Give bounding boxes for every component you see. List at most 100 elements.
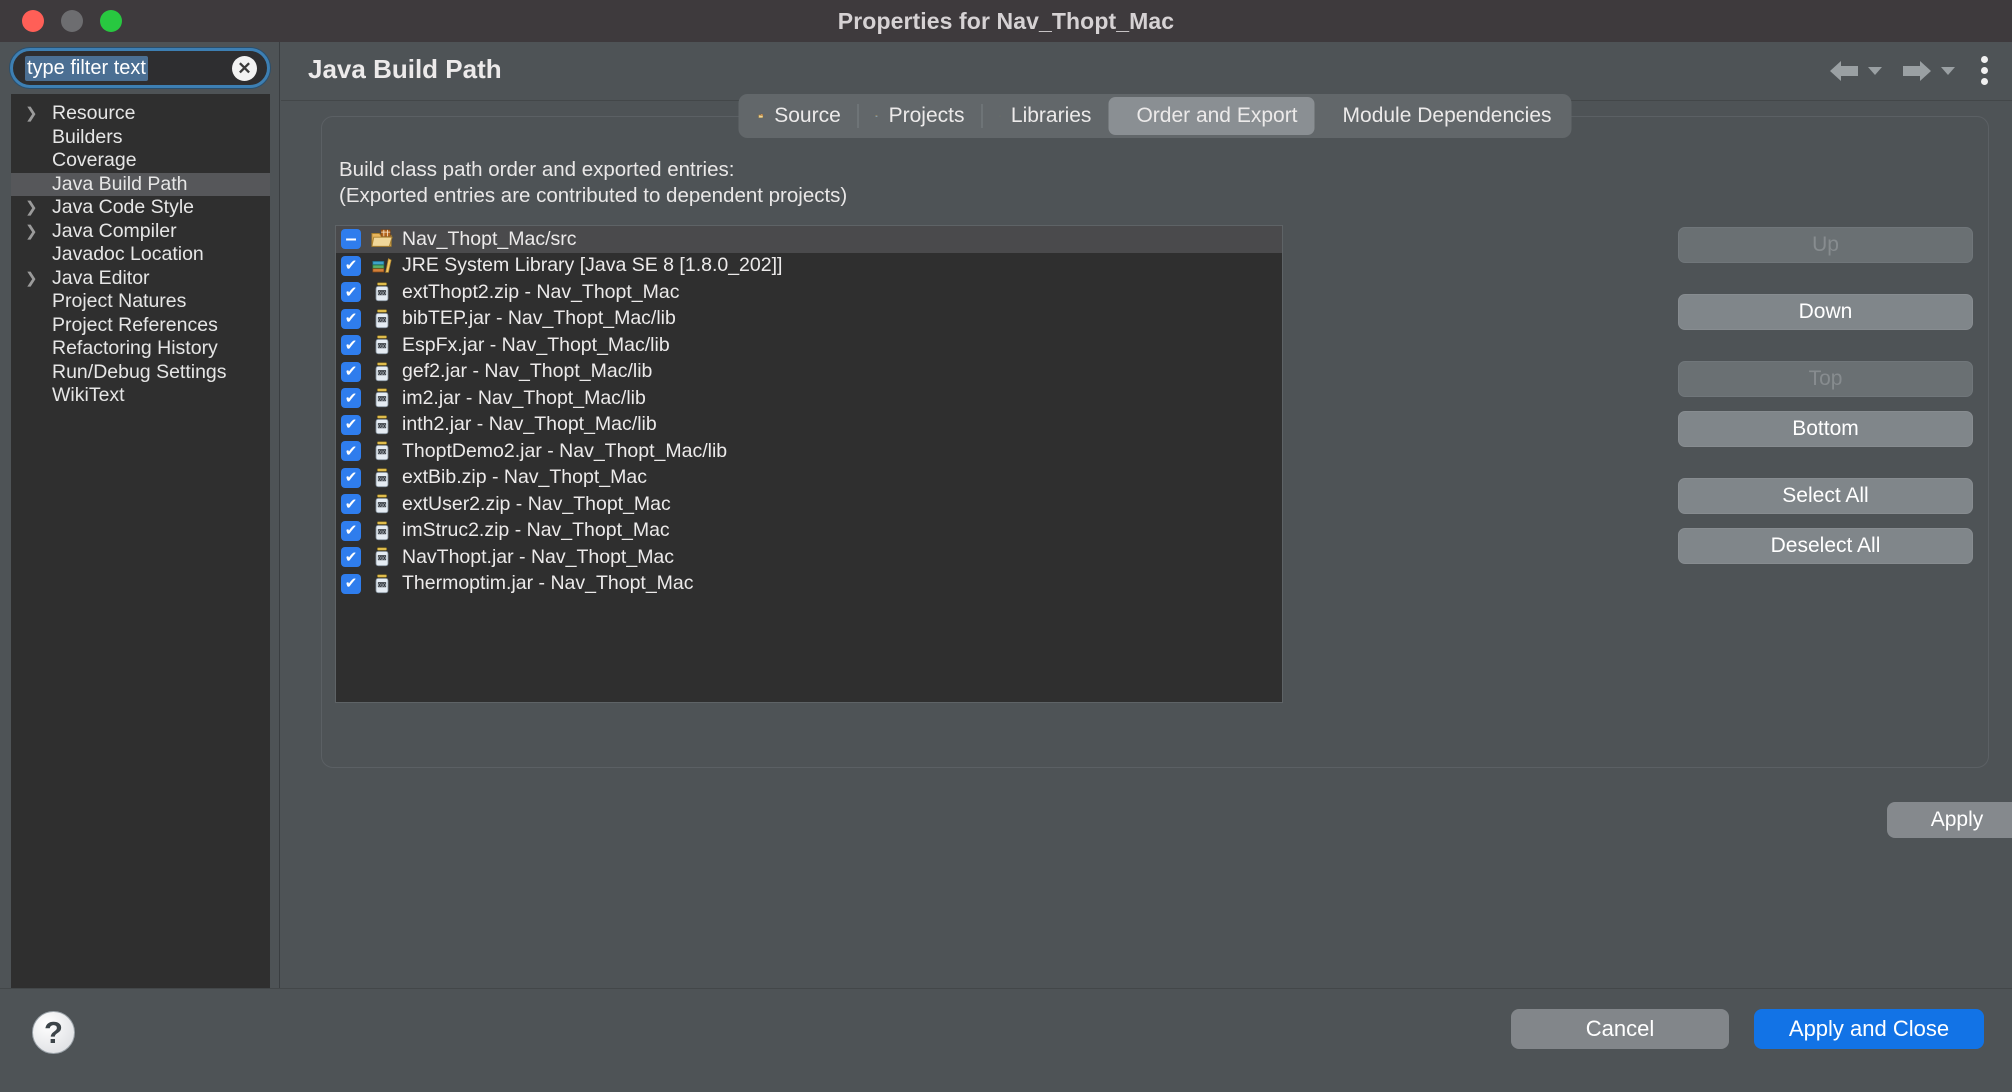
button-gap [1678, 330, 1973, 361]
classpath-entry-row[interactable]: ✔ 010 inth2.jar - Nav_Thopt_Mac/lib [336, 412, 1282, 439]
bottom-button[interactable]: Bottom [1678, 411, 1973, 447]
sidebar-item-refactoring-history[interactable]: Refactoring History [11, 337, 270, 361]
forward-arrow-icon [1903, 60, 1931, 81]
tab-label: Libraries [1010, 104, 1092, 127]
filter-input-wrapper[interactable]: type filter text ✕ [10, 48, 270, 88]
classpath-entry-row[interactable]: ✔ 010 gef2.jar - Nav_Thopt_Mac/lib [336, 359, 1282, 386]
chevron-right-icon[interactable]: ❯ [25, 200, 39, 215]
sidebar-item-project-natures[interactable]: Project Natures [11, 290, 270, 314]
forward-dropdown-caret-icon[interactable] [1941, 66, 1955, 75]
zoom-window-button[interactable] [100, 10, 122, 32]
classpath-entry-row[interactable]: ✔ 010 bibTEP.jar - Nav_Thopt_Mac/lib [336, 306, 1282, 333]
cancel-button[interactable]: Cancel [1511, 1009, 1729, 1049]
tab-projects[interactable]: Projects [859, 97, 982, 135]
build-path-tabbar: Source Projects Libraries Order and Export M… [738, 94, 1572, 138]
button-gap [1678, 263, 1973, 294]
sidebar-item-run-debug-settings[interactable]: Run/Debug Settings [11, 361, 270, 385]
chevron-right-icon[interactable]: ❯ [25, 271, 39, 286]
checkbox-partial[interactable]: – [341, 229, 361, 250]
classpath-entry-row[interactable]: ✔ 010 ThoptDemo2.jar - Nav_Thopt_Mac/lib [336, 438, 1282, 465]
forward-button[interactable] [1894, 54, 1961, 88]
checkbox-checked[interactable]: ✔ [341, 282, 361, 303]
close-window-button[interactable] [22, 10, 44, 32]
dialog-footer: ? Cancel Apply and Close [0, 988, 2012, 1092]
checkbox-checked[interactable]: ✔ [341, 361, 361, 382]
jar-icon: 010 [375, 282, 389, 302]
classpath-entry-row[interactable]: ✔ JRE System Library [Java SE 8 [1.8.0_20… [336, 253, 1282, 280]
description-line-1: Build class path order and exported entr… [339, 158, 735, 181]
sidebar-item-label: Java Build Path [52, 172, 188, 195]
libraries-books-icon [999, 115, 1000, 117]
apply-button[interactable]: Apply [1887, 802, 2012, 838]
clear-filter-icon[interactable]: ✕ [232, 55, 257, 81]
chevron-right-icon[interactable]: ❯ [25, 224, 39, 239]
tab-order-and-export[interactable]: Order and Export [1108, 97, 1315, 135]
deselect-all-button[interactable]: Deselect All [1678, 528, 1973, 564]
sidebar-item-label: Java Code Style [52, 196, 194, 219]
classpath-entry-row[interactable]: ✔ 010 extUser2.zip - Nav_Thopt_Mac [336, 491, 1282, 518]
sidebar-item-resource[interactable]: ❯ Resource [11, 102, 270, 126]
down-button[interactable]: Down [1678, 294, 1973, 330]
sidebar-item-java-code-style[interactable]: ❯ Java Code Style [11, 196, 270, 220]
svg-text:010: 010 [378, 529, 386, 534]
apply-and-close-button[interactable]: Apply and Close [1754, 1009, 1984, 1049]
filter-input[interactable]: type filter text [25, 55, 148, 81]
checkbox-checked[interactable]: ✔ [341, 414, 361, 435]
entry-label: gef2.jar - Nav_Thopt_Mac/lib [402, 360, 653, 383]
entry-label: ThoptDemo2.jar - Nav_Thopt_Mac/lib [402, 439, 728, 462]
tab-module-dependencies[interactable]: MModule Dependencies [1315, 97, 1569, 135]
classpath-entry-list[interactable]: – Nav_Thopt_Mac/src ✔ JRE System Library [J… [335, 225, 1283, 703]
checkbox-checked[interactable]: ✔ [341, 520, 361, 541]
checkbox-checked[interactable]: ✔ [341, 494, 361, 515]
checkbox-checked[interactable]: ✔ [341, 547, 361, 568]
sidebar-item-coverage[interactable]: Coverage [11, 149, 270, 173]
sidebar-item-label: Run/Debug Settings [52, 360, 227, 383]
sidebar-item-wikitext[interactable]: WikiText [11, 384, 270, 408]
tab-source[interactable]: Source [742, 97, 858, 135]
checkbox-checked[interactable]: ✔ [341, 335, 361, 356]
minimize-window-button[interactable] [61, 10, 83, 32]
classpath-entry-row[interactable]: ✔ 010 extBib.zip - Nav_Thopt_Mac [336, 465, 1282, 492]
settings-tree: ❯ Resource Builders Coverage Java Build Path… [11, 94, 270, 988]
classpath-entry-row[interactable]: – Nav_Thopt_Mac/src [336, 226, 1282, 253]
button-gap [1678, 514, 1973, 528]
checkbox-checked[interactable]: ✔ [341, 441, 361, 462]
checkbox-checked[interactable]: ✔ [341, 308, 361, 329]
tab-libraries[interactable]: Libraries [982, 97, 1108, 135]
classpath-entry-row[interactable]: ✔ 010 imStruc2.zip - Nav_Thopt_Mac [336, 518, 1282, 545]
chevron-right-icon[interactable]: ❯ [25, 106, 39, 121]
checkbox-checked[interactable]: ✔ [341, 467, 361, 488]
page-title: Java Build Path [308, 54, 502, 84]
entry-label: NavThopt.jar - Nav_Thopt_Mac [402, 545, 675, 568]
classpath-entry-row[interactable]: ✔ 010 extThopt2.zip - Nav_Thopt_Mac [336, 279, 1282, 306]
classpath-entry-row[interactable]: ✔ 010 EspFx.jar - Nav_Thopt_Mac/lib [336, 332, 1282, 359]
checkbox-checked[interactable]: ✔ [341, 573, 361, 594]
sidebar-item-label: Project References [52, 313, 218, 336]
classpath-entry-row[interactable]: ✔ 010 im2.jar - Nav_Thopt_Mac/lib [336, 385, 1282, 412]
back-dropdown-caret-icon[interactable] [1868, 66, 1882, 75]
jar-icon: 010 [375, 415, 389, 434]
svg-text:010: 010 [378, 344, 386, 349]
sidebar-item-builders[interactable]: Builders [11, 126, 270, 150]
sidebar-item-java-compiler[interactable]: ❯ Java Compiler [11, 220, 270, 244]
sidebar-item-javadoc-location[interactable]: Javadoc Location [11, 243, 270, 267]
classpath-entry-row[interactable]: ✔ 010 NavThopt.jar - Nav_Thopt_Mac [336, 544, 1282, 571]
svg-text:010: 010 [378, 503, 386, 508]
sidebar-item-java-editor[interactable]: ❯ Java Editor [11, 267, 270, 291]
jar-icon: 010 [375, 441, 389, 461]
properties-dialog-window: Properties for Nav_Thopt_Mac type filter… [0, 0, 2012, 1092]
sidebar-item-java-build-path[interactable]: Java Build Path [11, 172, 270, 196]
checkbox-checked[interactable]: ✔ [341, 255, 361, 276]
entry-icon-wrapper: 010 [370, 546, 394, 568]
back-button[interactable] [1821, 54, 1888, 88]
jar-icon: 010 [375, 574, 389, 593]
checkbox-checked[interactable]: ✔ [341, 388, 361, 409]
button-gap [1678, 397, 1973, 411]
sidebar-item-project-references[interactable]: Project References [11, 314, 270, 338]
entry-icon-wrapper: 010 [370, 414, 394, 436]
classpath-entry-row[interactable]: ✔ 010 Thermoptim.jar - Nav_Thopt_Mac [336, 571, 1282, 598]
overflow-menu-button[interactable] [1967, 52, 2000, 89]
select-all-button[interactable]: Select All [1678, 478, 1973, 514]
build-path-panel: Source Projects Libraries Order and Export M… [321, 94, 1989, 768]
help-question-icon[interactable]: ? [32, 1011, 75, 1054]
